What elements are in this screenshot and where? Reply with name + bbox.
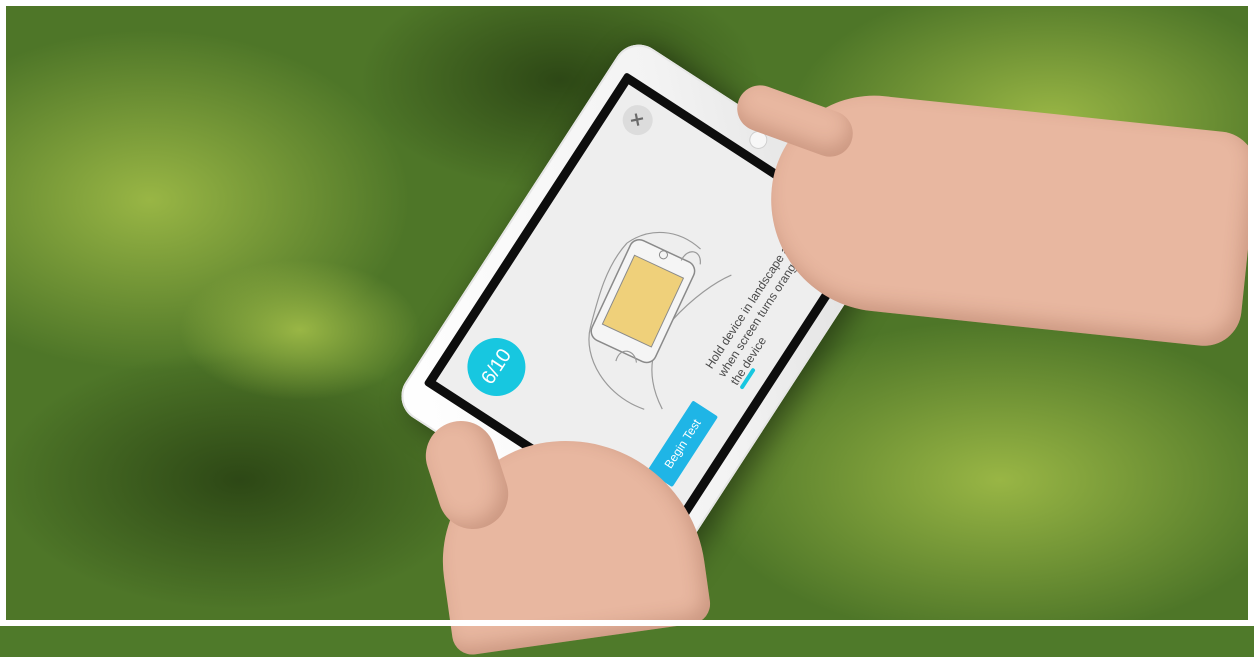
close-button[interactable]: ✕	[616, 99, 659, 141]
hands-holding-phone-illustration	[588, 231, 732, 410]
close-icon: ✕	[627, 110, 649, 131]
